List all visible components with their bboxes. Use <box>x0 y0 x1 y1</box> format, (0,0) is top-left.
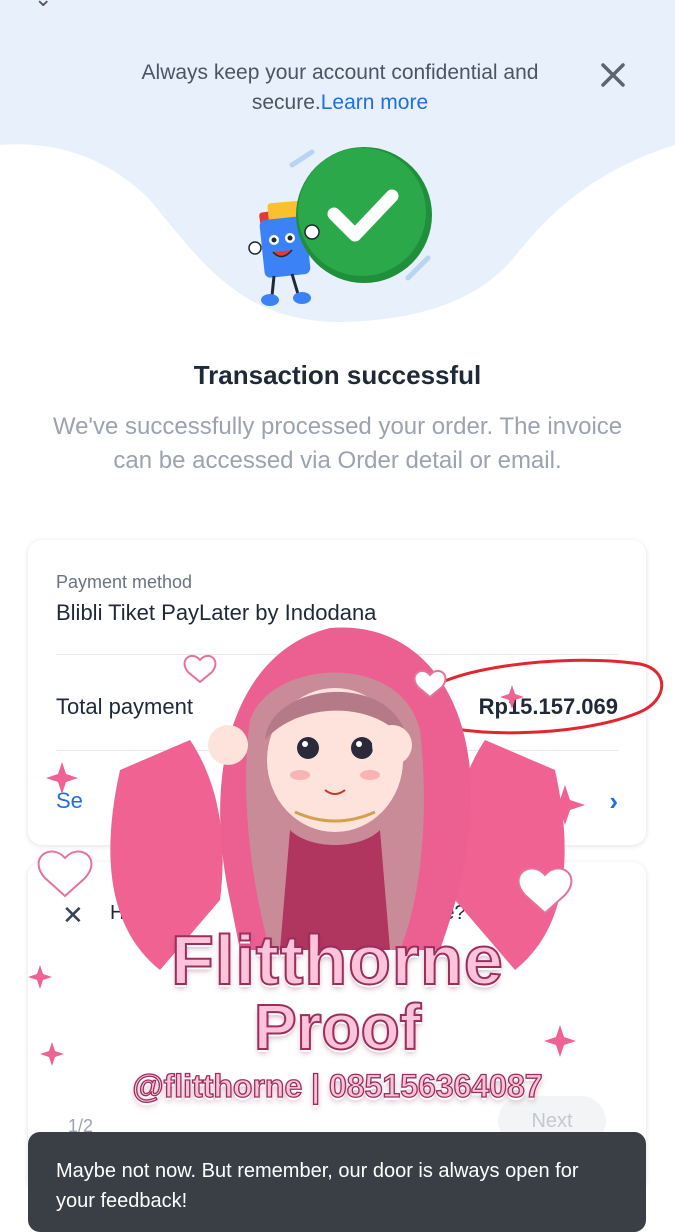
total-payment-label: Total payment <box>56 694 193 719</box>
watermark-subtitle: Proof <box>253 990 422 1064</box>
see-details-link[interactable]: Se <box>56 788 83 814</box>
watermark-title: Flitthorne <box>170 920 504 1000</box>
learn-more-link[interactable]: Learn more <box>321 91 428 114</box>
payment-method-label: Payment method <box>56 572 193 592</box>
total-payment-value: Rp15.157.069 <box>478 694 618 719</box>
security-banner: Always keep your account confidential an… <box>90 58 590 118</box>
watermark-contact: @flitthorne | 085156364087 <box>132 1067 543 1104</box>
toast-text: Maybe not now. But remember, our door is… <box>56 1160 579 1212</box>
page-subtitle: We've successfully processed your order.… <box>52 413 623 474</box>
payment-summary-card: Payment method Blibli Tiket PayLater by … <box>28 540 646 845</box>
feedback-toast: Maybe not now. But remember, our door is… <box>28 1132 646 1232</box>
success-illustration <box>248 147 432 306</box>
divider <box>56 750 618 751</box>
close-icon[interactable] <box>596 58 630 92</box>
status-chevron-icon: ⌄ <box>34 0 52 12</box>
chevron-right-icon[interactable]: › <box>609 786 618 817</box>
page-title: Transaction successful <box>193 360 482 390</box>
divider <box>56 654 618 655</box>
payment-method-value: Blibli Tiket PayLater by Indodana <box>56 600 377 625</box>
